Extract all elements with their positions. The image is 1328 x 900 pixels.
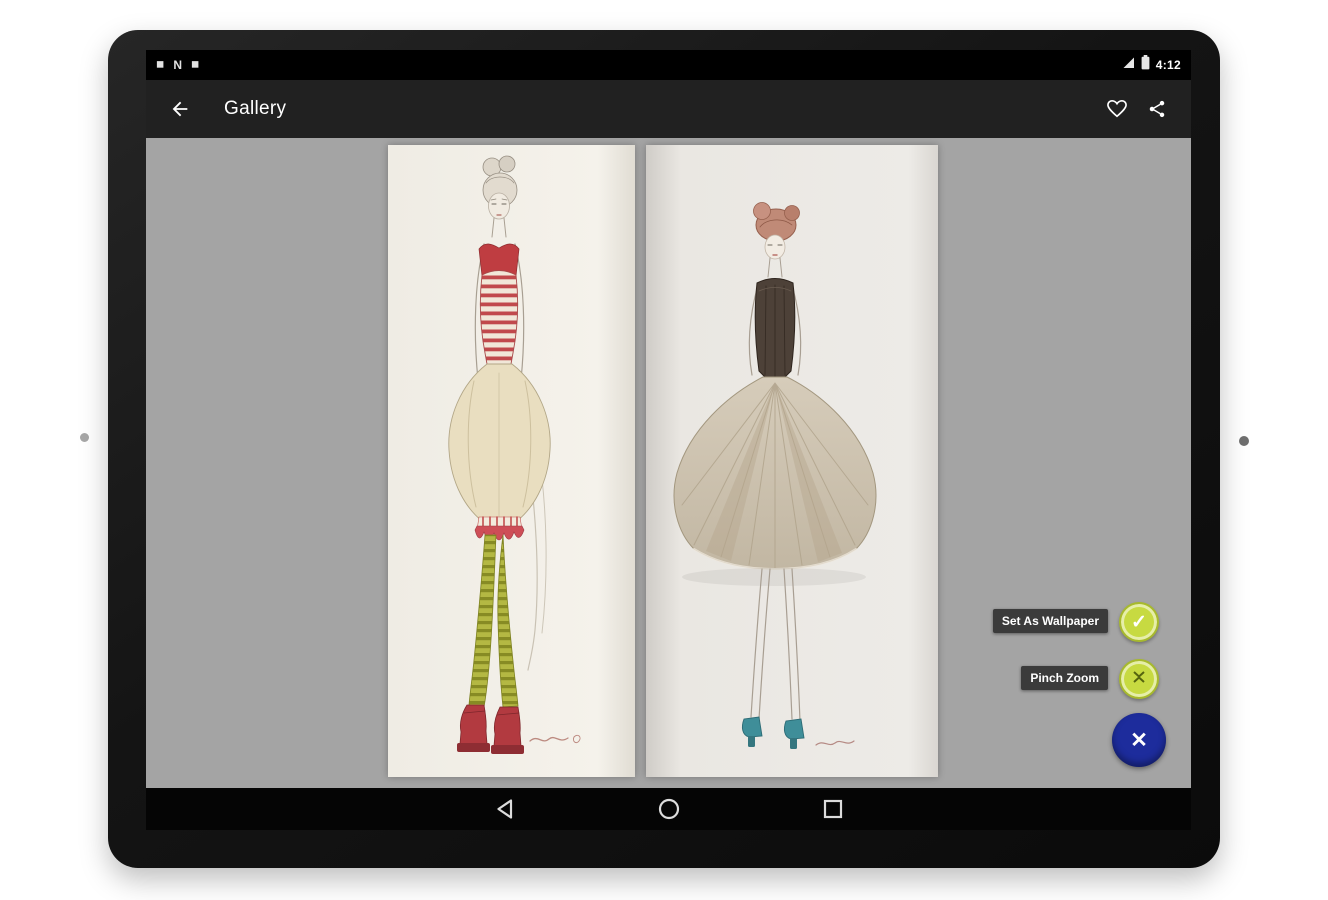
app-bar: Gallery	[146, 80, 1191, 138]
close-icon: ✕	[1130, 728, 1148, 752]
status-clock: 4:12	[1155, 58, 1181, 72]
tablet-screen: ◼ N ◼ 4:12 Gallery Set As Wallpaper ✓ Pi…	[146, 50, 1191, 830]
pinch-zoom-icon	[1131, 668, 1147, 691]
nav-home-icon[interactable]	[657, 797, 681, 821]
set-as-wallpaper-label: Set As Wallpaper	[992, 609, 1108, 633]
battery-icon	[1141, 55, 1150, 75]
status-bar-system: 4:12	[1122, 55, 1181, 75]
camera-dot-right	[1239, 436, 1249, 446]
pinch-zoom-button[interactable]	[1119, 659, 1159, 699]
gallery-image-striped-dress[interactable]	[388, 145, 635, 777]
status-bar: ◼ N ◼ 4:12	[146, 50, 1191, 80]
tablet-device: ◼ N ◼ 4:12 Gallery Set As Wallpaper ✓ Pi…	[108, 30, 1220, 868]
close-fab-button[interactable]: ✕	[1112, 713, 1166, 767]
android-nav-bar	[146, 788, 1191, 830]
nav-back-icon[interactable]	[493, 797, 517, 821]
set-as-wallpaper-button[interactable]: ✓	[1119, 602, 1159, 642]
favorite-heart-icon[interactable]	[1097, 89, 1137, 129]
notification-square-icon-2: ◼	[190, 59, 200, 70]
check-icon: ✓	[1131, 611, 1147, 633]
signal-icon	[1122, 56, 1135, 74]
status-bar-notifications: ◼ N ◼	[156, 59, 199, 71]
camera-dot-left	[80, 433, 89, 442]
nav-recents-icon[interactable]	[821, 797, 845, 821]
notification-square-icon-1: ◼	[156, 59, 165, 70]
gallery-content: Set As Wallpaper ✓ Pinch Zoom ✕	[146, 138, 1191, 788]
back-arrow-icon[interactable]	[160, 89, 200, 129]
page-title: Gallery	[224, 98, 287, 119]
share-icon[interactable]	[1137, 89, 1177, 129]
pinch-zoom-label: Pinch Zoom	[1021, 666, 1108, 690]
gallery-image-corset-gown[interactable]	[646, 145, 938, 777]
nfc-n-icon: N	[173, 58, 182, 72]
